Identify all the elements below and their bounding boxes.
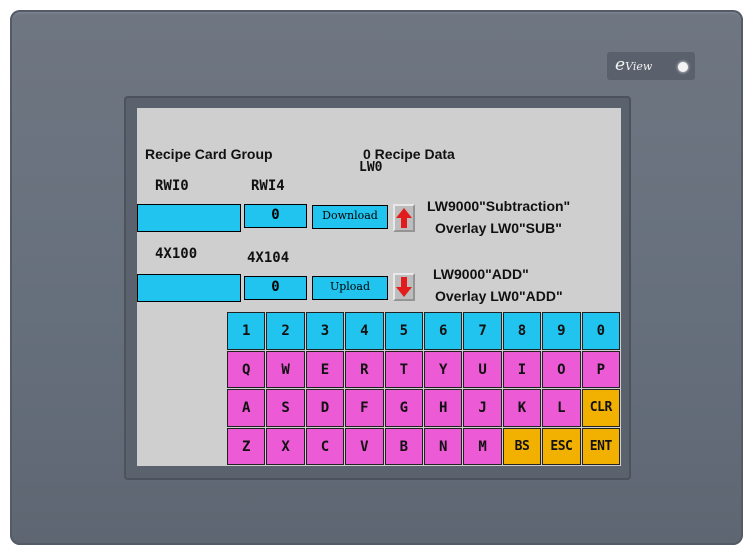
upload-button[interactable]: Upload [312,276,388,300]
lw0-label: LW0 [359,160,383,175]
arrow-down-button[interactable] [393,273,415,301]
note-bottom-line1: LW9000"ADD" [433,266,529,282]
key-5[interactable]: 5 [384,312,423,350]
rwi4-label: RWI4 [251,178,285,194]
key-n[interactable]: N [424,427,463,465]
addr-4x104-value[interactable]: 0 [244,276,307,300]
key-t[interactable]: T [384,350,423,388]
key-4[interactable]: 4 [345,312,384,350]
key-a[interactable]: A [227,389,266,427]
key-h[interactable]: H [424,389,463,427]
touch-screen: Recipe Card Group 0 Recipe Data LW0 RWI0… [137,108,621,466]
key-d[interactable]: D [305,389,345,427]
key-q[interactable]: Q [227,350,266,388]
note-top-line1: LW9000"Subtraction" [427,198,571,214]
key-3[interactable]: 3 [305,312,345,350]
key-b[interactable]: B [384,427,423,465]
key-0[interactable]: 0 [581,312,620,350]
key-e[interactable]: E [305,350,345,388]
arrow-up-button[interactable] [393,204,415,232]
logo-sub: View [625,60,653,73]
recipe-card-group-title: Recipe Card Group [145,146,273,162]
arrow-down-icon [396,277,412,297]
key-f[interactable]: F [345,389,384,427]
eview-logo: eView [607,52,695,80]
power-led-icon [678,62,688,72]
arrow-up-icon [396,208,412,228]
key-s[interactable]: S [266,389,305,427]
key-g[interactable]: G [384,389,423,427]
key-esc[interactable]: ESC [542,427,581,465]
download-button[interactable]: Download [312,205,388,229]
key-7[interactable]: 7 [463,312,502,350]
key-y[interactable]: Y [424,350,463,388]
addr-4x100-field[interactable] [137,274,241,302]
key-k[interactable]: K [502,389,542,427]
key-1[interactable]: 1 [227,312,266,350]
key-2[interactable]: 2 [266,312,305,350]
key-j[interactable]: J [463,389,502,427]
key-c[interactable]: C [305,427,345,465]
rwi0-label: RWI0 [155,178,189,194]
rwi4-value[interactable]: 0 [244,204,307,228]
key-ent[interactable]: ENT [581,427,620,465]
rwi0-field[interactable] [137,204,241,232]
key-r[interactable]: R [345,350,384,388]
key-l[interactable]: L [542,389,581,427]
note-top-line2: Overlay LW0"SUB" [435,220,562,236]
key-o[interactable]: O [542,350,581,388]
key-9[interactable]: 9 [542,312,581,350]
key-8[interactable]: 8 [502,312,542,350]
key-6[interactable]: 6 [424,312,463,350]
key-x[interactable]: X [266,427,305,465]
key-i[interactable]: I [502,350,542,388]
note-bottom-line2: Overlay LW0"ADD" [435,288,563,304]
addr-4x104-label: 4X104 [247,250,290,266]
key-z[interactable]: Z [227,427,266,465]
key-m[interactable]: M [463,427,502,465]
addr-4x100-label: 4X100 [155,246,198,262]
key-bs[interactable]: BS [502,427,542,465]
key-w[interactable]: W [266,350,305,388]
logo-main: e [615,55,626,75]
key-p[interactable]: P [581,350,620,388]
key-u[interactable]: U [463,350,502,388]
key-v[interactable]: V [345,427,384,465]
key-clr[interactable]: CLR [581,389,620,427]
